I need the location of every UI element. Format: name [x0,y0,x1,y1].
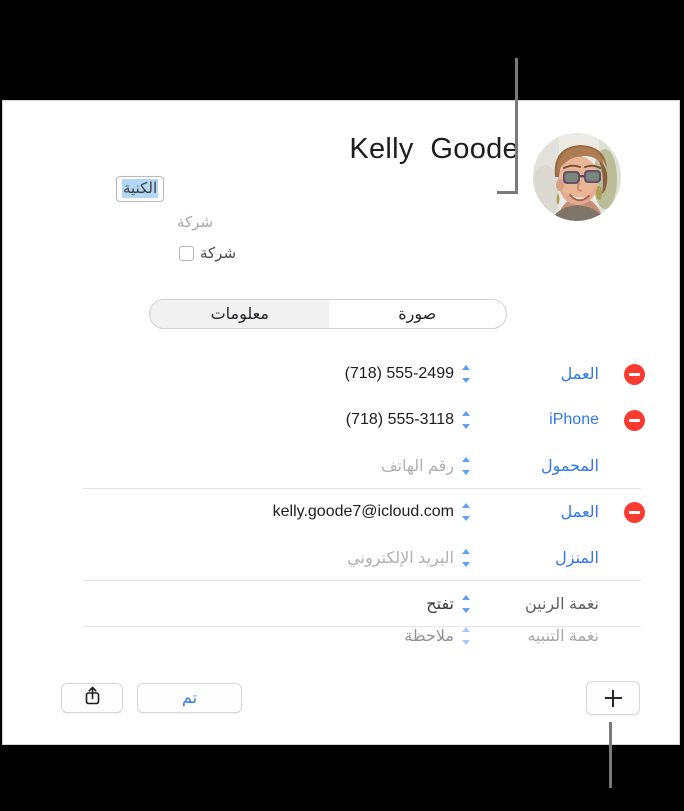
field-row: iPhone (718) 555-3118 [3,397,679,443]
remove-button-spacer [624,548,645,569]
field-label[interactable]: العمل [474,364,599,384]
company-input[interactable]: شركة [177,213,517,231]
remove-field-button[interactable] [624,409,645,431]
remove-button-spacer [624,627,645,647]
contact-name-block: Kelly Goode [119,131,519,167]
field-type-stepper-icon[interactable] [460,627,472,647]
tab-photo[interactable]: صورة [328,300,506,328]
field-row: العمل (718) 555-2499 [3,351,679,397]
field-row-clipped: نغمة التنبيه ملاحظة [3,627,679,655]
field-type-stepper-icon[interactable] [460,501,472,523]
plus-icon [604,689,622,707]
field-type-stepper-icon[interactable] [460,409,472,431]
tab-info[interactable]: معلومات [150,300,329,328]
field-value[interactable]: kelly.goode7@icloud.com [273,503,454,521]
field-label[interactable]: iPhone [474,411,599,429]
field-value[interactable]: ملاحظة [404,627,454,646]
contact-name[interactable]: Kelly Goode [119,131,519,167]
minus-icon [629,510,640,514]
tab-control[interactable]: صورة معلومات [149,299,507,329]
field-value[interactable]: البريد الإلكتروني [347,548,454,568]
field-type-stepper-icon[interactable] [460,547,472,569]
share-button[interactable] [61,683,123,713]
field-list: العمل (718) 555-2499 iPhone (718) 555-3118 ا… [3,351,679,655]
field-value[interactable]: تفتح [426,594,454,614]
minus-icon [629,418,640,422]
company-checkbox-row[interactable]: شركة [179,244,519,262]
avatar[interactable] [533,133,621,221]
done-button[interactable]: تم [137,683,242,713]
field-row: العمل kelly.goode7@icloud.com [3,489,679,535]
bottom-toolbar: تم [3,672,679,744]
lastname-row: الكنية [116,176,516,202]
callout-line-top-horizontal [497,191,518,194]
field-value[interactable]: (718) 555-2499 [345,365,454,383]
company-checkbox[interactable] [179,245,194,261]
contact-header: Kelly Goode الكنية شركة شركة [3,101,679,291]
field-value[interactable]: (718) 555-3118 [346,411,454,429]
minus-icon [629,372,640,376]
field-type-stepper-icon[interactable] [460,363,472,385]
field-row: نغمة الرنين تفتح [3,581,679,627]
field-row: المحمول رقم الهاتف [3,443,679,489]
contact-editor-card: Kelly Goode الكنية شركة شركة صورة معلوما… [2,100,680,745]
field-label[interactable]: نغمة التنبيه [474,627,599,646]
company-checkbox-label: شركة [200,245,237,262]
field-row: نغمة التنبيه ملاحظة [3,627,679,655]
lastname-input[interactable]: الكنية [116,176,165,202]
lastname-input-value: الكنية [122,179,159,198]
field-label[interactable]: نغمة الرنين [474,594,599,614]
share-icon [84,686,101,710]
callout-line-bottom-vertical [609,722,612,788]
remove-button-spacer [624,594,645,615]
done-button-label: تم [181,690,198,707]
field-type-stepper-icon[interactable] [460,593,472,615]
field-value[interactable]: رقم الهاتف [381,456,454,476]
field-type-stepper-icon[interactable] [460,455,472,477]
field-label[interactable]: المحمول [474,456,599,476]
add-field-button[interactable] [586,681,640,715]
remove-field-button[interactable] [624,501,645,523]
field-row: المنزل البريد الإلكتروني [3,535,679,581]
remove-field-button[interactable] [624,363,645,385]
field-label[interactable]: المنزل [474,548,599,568]
callout-line-top-vertical [515,58,518,194]
remove-button-spacer [624,456,645,477]
field-label[interactable]: العمل [474,502,599,522]
